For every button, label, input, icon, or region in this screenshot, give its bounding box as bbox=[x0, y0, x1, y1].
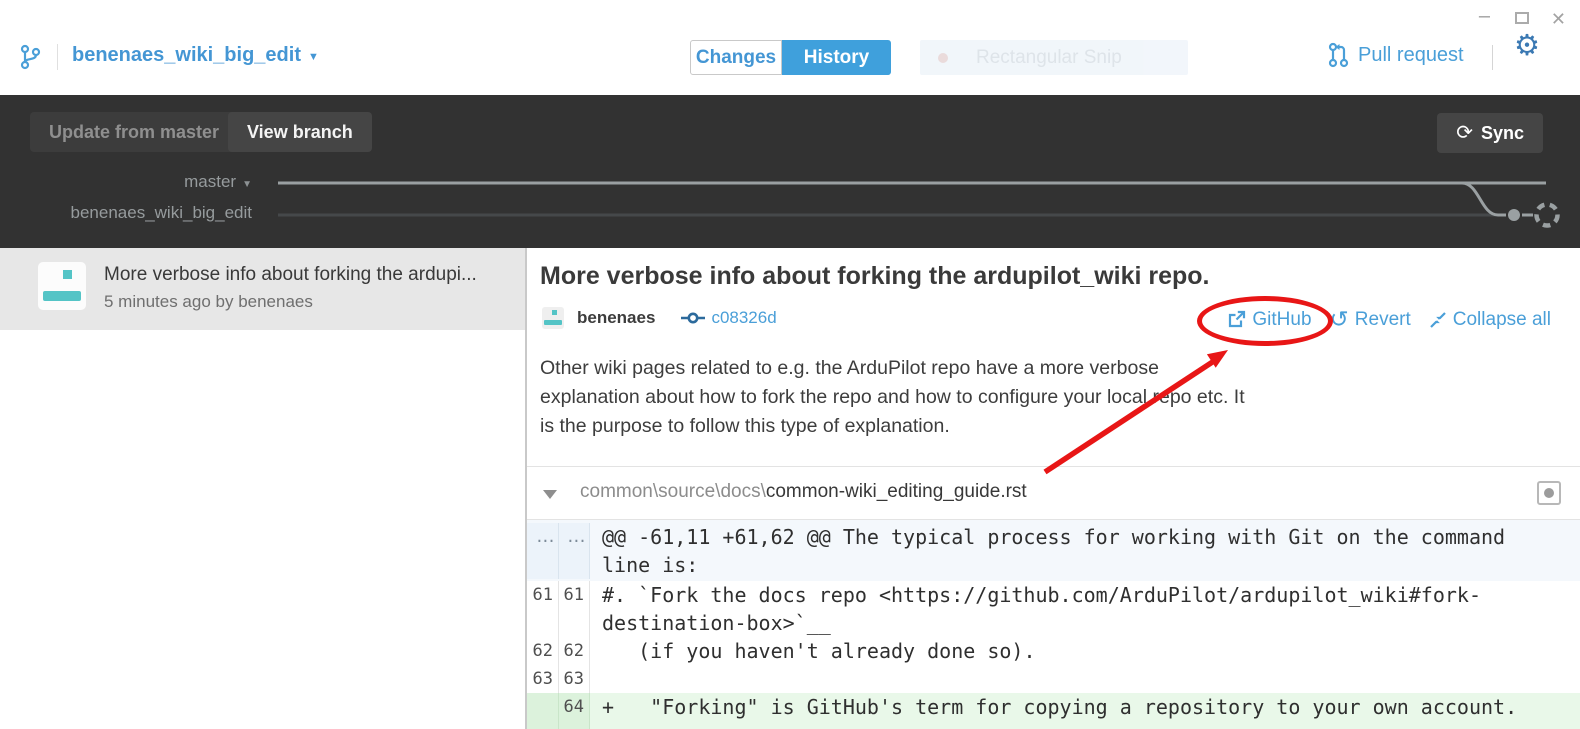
branch-toolbar: Update from master View branch ⟳ Sync ma… bbox=[0, 95, 1580, 248]
diff-hunk-header-row: ... ... @@ -61,11 +61,62 @@ The typical … bbox=[527, 520, 1580, 581]
git-branch-icon bbox=[18, 42, 44, 72]
snip-label: Rectangular Snip bbox=[976, 47, 1122, 69]
sync-icon: ⟳ bbox=[1456, 123, 1473, 143]
minimize-icon[interactable]: – bbox=[1479, 6, 1493, 28]
sync-label: Sync bbox=[1481, 123, 1524, 144]
github-desktop-window: benenaes_wiki_big_edit ▼ Changes History… bbox=[0, 0, 1580, 729]
close-icon[interactable]: ✕ bbox=[1551, 9, 1566, 29]
diff-added-row: 64 + "Forking" is GitHub's term for copy… bbox=[527, 693, 1580, 729]
commit-icon bbox=[681, 310, 705, 326]
new-line-gutter: 63 bbox=[559, 665, 590, 693]
old-line-gutter bbox=[527, 693, 559, 729]
view-branch-button[interactable]: View branch bbox=[228, 112, 372, 152]
commit-list-item-selected[interactable]: More verbose info about forking the ardu… bbox=[0, 248, 525, 330]
collapse-file-caret-icon[interactable] bbox=[543, 490, 557, 499]
head-commit-ring bbox=[1537, 205, 1558, 226]
hunk-header-text: @@ -61,11 +61,62 @@ The typical process … bbox=[590, 523, 1580, 579]
github-label: GitHub bbox=[1252, 309, 1311, 331]
chevron-down-icon: ▼ bbox=[308, 49, 319, 63]
file-name: common-wiki_editing_guide.rst bbox=[766, 481, 1027, 502]
commit-detail-panel: More verbose info about forking the ardu… bbox=[527, 248, 1580, 729]
titlebar: benenaes_wiki_big_edit ▼ Changes History… bbox=[0, 0, 1580, 95]
revert-label: Revert bbox=[1355, 309, 1411, 331]
commit-item-meta: 5 minutes ago by benenaes bbox=[104, 292, 313, 312]
commit-meta-row: benenaes c08326d bbox=[542, 307, 777, 329]
commit-sha-link[interactable]: c08326d bbox=[711, 308, 776, 328]
collapse-all-button[interactable]: Collapse all bbox=[1429, 309, 1551, 331]
branch-graph bbox=[0, 160, 1580, 250]
file-directory: common\source\docs\ bbox=[580, 481, 766, 502]
titlebar-divider bbox=[57, 44, 58, 70]
gear-icon[interactable]: ⚙ bbox=[1514, 32, 1540, 61]
repository-switcher[interactable]: benenaes_wiki_big_edit ▼ bbox=[72, 44, 319, 67]
new-line-gutter: ... bbox=[559, 523, 590, 579]
new-line-gutter: 61 bbox=[559, 581, 590, 637]
commit-title: More verbose info about forking the ardu… bbox=[540, 262, 1210, 291]
pull-request-icon bbox=[1328, 42, 1349, 68]
commit-author: benenaes bbox=[577, 308, 655, 328]
pull-request-button[interactable]: Pull request bbox=[1328, 42, 1464, 68]
diff-line-text bbox=[590, 665, 1580, 693]
old-line-gutter: 63 bbox=[527, 665, 559, 693]
sync-button[interactable]: ⟳ Sync bbox=[1437, 113, 1543, 153]
external-link-icon bbox=[1227, 310, 1246, 329]
old-line-gutter: 62 bbox=[527, 637, 559, 665]
window-controls: – ✕ bbox=[1479, 6, 1566, 29]
history-sidebar: More verbose info about forking the ardu… bbox=[0, 248, 527, 729]
diff-context-row: 62 62 (if you haven't already done so). bbox=[527, 637, 1580, 665]
revert-button[interactable]: ↺ Revert bbox=[1330, 308, 1411, 331]
titlebar-divider bbox=[1492, 45, 1493, 70]
diff-line-text: (if you haven't already done so). bbox=[590, 637, 1580, 665]
diff-line-text: #. `Fork the docs repo <https://github.c… bbox=[590, 581, 1580, 637]
maximize-icon[interactable] bbox=[1515, 12, 1529, 24]
commit-description: Other wiki pages related to e.g. the Ard… bbox=[540, 354, 1245, 441]
diff-file-header: common\source\docs\common-wiki_editing_g… bbox=[527, 466, 1580, 520]
modified-file-icon bbox=[1537, 481, 1561, 505]
old-line-gutter: ... bbox=[527, 523, 559, 579]
avatar bbox=[38, 262, 86, 310]
revert-icon: ↺ bbox=[1330, 308, 1349, 331]
update-from-master-button[interactable]: Update from master bbox=[30, 112, 238, 152]
repository-name: benenaes_wiki_big_edit bbox=[72, 44, 301, 67]
open-in-github-button[interactable]: GitHub bbox=[1227, 309, 1311, 331]
rectangular-snip-ghost-overlay: Rectangular Snip bbox=[920, 40, 1188, 75]
diff-view: ... ... @@ -61,11 +61,62 @@ The typical … bbox=[527, 520, 1580, 729]
snip-dot-icon bbox=[938, 53, 948, 63]
pull-request-label: Pull request bbox=[1358, 44, 1464, 67]
tab-changes[interactable]: Changes bbox=[690, 40, 782, 75]
diff-context-row: 63 63 bbox=[527, 665, 1580, 693]
new-line-gutter: 64 bbox=[559, 693, 590, 729]
diff-line-text: + "Forking" is GitHub's term for copying… bbox=[590, 693, 1580, 729]
commit-item-title: More verbose info about forking the ardu… bbox=[104, 264, 477, 286]
new-line-gutter: 62 bbox=[559, 637, 590, 665]
commit-dot bbox=[1508, 209, 1520, 221]
old-line-gutter: 61 bbox=[527, 581, 559, 637]
avatar bbox=[542, 307, 564, 329]
commit-actions: GitHub ↺ Revert Collapse all bbox=[1227, 308, 1551, 331]
diff-context-row: 61 61 #. `Fork the docs repo <https://gi… bbox=[527, 581, 1580, 637]
file-path: common\source\docs\common-wiki_editing_g… bbox=[580, 481, 1027, 503]
view-tabs: Changes History bbox=[690, 40, 891, 75]
collapse-all-icon bbox=[1429, 311, 1447, 329]
tab-history[interactable]: History bbox=[782, 40, 891, 75]
collapse-all-label: Collapse all bbox=[1453, 309, 1551, 331]
